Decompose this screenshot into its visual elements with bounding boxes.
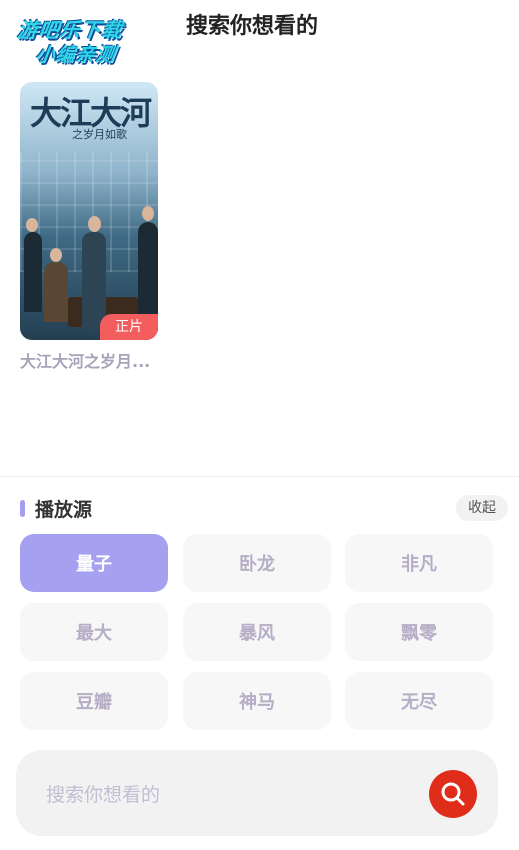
sources-header: 播放源 [20, 496, 93, 521]
page-title: 搜索你想看的 [186, 14, 319, 39]
poster-figure [44, 262, 68, 322]
result-poster[interactable]: 大江大河 之岁月如歌 正片 [20, 82, 158, 340]
poster-figure-head [26, 218, 38, 232]
search-input[interactable]: 搜索你想看的 [46, 780, 160, 807]
source-button-feifan[interactable]: 非凡 [345, 534, 493, 592]
watermark-logo: 游吧乐下载 小编亲测 [8, 8, 148, 68]
sources-title: 播放源 [35, 498, 93, 521]
source-button-piaoling[interactable]: 飘零 [345, 603, 493, 661]
result-card[interactable]: 大江大河 之岁月如歌 正片 大江大河之岁月... [20, 82, 158, 372]
divider [0, 476, 519, 477]
watermark-line-2: 小编亲测 [34, 44, 118, 66]
watermark-line-1: 游吧乐下载 [16, 18, 125, 42]
source-button-shenma[interactable]: 神马 [183, 672, 331, 730]
source-button-baofeng[interactable]: 暴风 [183, 603, 331, 661]
poster-figure-head [142, 206, 154, 221]
collapse-button[interactable]: 收起 [456, 495, 508, 521]
source-button-wujin[interactable]: 无尽 [345, 672, 493, 730]
poster-figure [82, 232, 106, 330]
status-badge: 正片 [100, 314, 158, 340]
poster-subtitle: 之岁月如歌 [72, 128, 127, 141]
poster-figure-head [50, 248, 62, 262]
source-button-wolong[interactable]: 卧龙 [183, 534, 331, 592]
source-button-zuida[interactable]: 最大 [20, 603, 168, 661]
section-marker [20, 499, 25, 517]
source-button-liangzi[interactable]: 量子 [20, 534, 168, 592]
search-icon [441, 782, 465, 806]
poster-figure-head [88, 216, 101, 232]
result-title[interactable]: 大江大河之岁月... [20, 348, 158, 372]
search-bar[interactable]: 搜索你想看的 [16, 750, 498, 836]
poster-figure [24, 232, 42, 312]
search-button[interactable] [429, 770, 477, 818]
source-button-douban[interactable]: 豆瓣 [20, 672, 168, 730]
